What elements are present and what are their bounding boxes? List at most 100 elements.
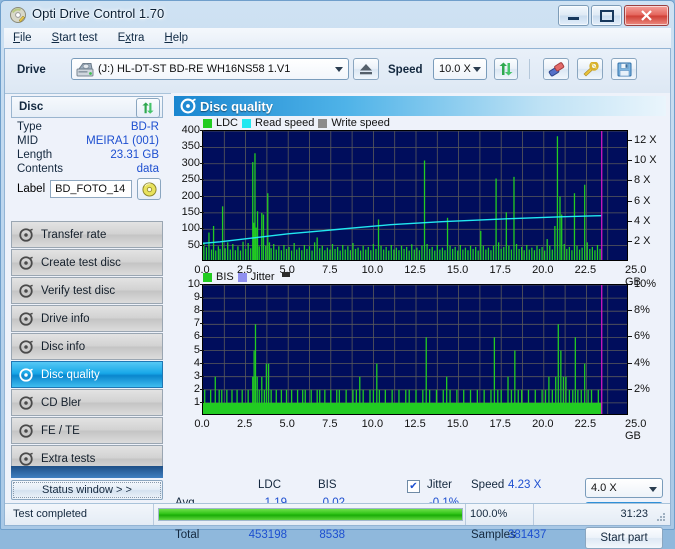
- menu-item-extra[interactable]: Extra: [118, 32, 145, 44]
- disc-icon: [19, 339, 33, 354]
- start-part-button[interactable]: Start part: [585, 527, 663, 549]
- disc-length-value: 23.31 GB: [110, 149, 159, 161]
- test-speed-value: 4.0 X: [591, 482, 617, 494]
- speed-value: 10.0 X: [439, 63, 471, 75]
- speed-select[interactable]: 10.0 X: [433, 58, 487, 80]
- sidebar-item-create-test-disc[interactable]: Create test disc: [11, 249, 163, 276]
- disc-quality-panel: Disc quality LDC Read speed Write speed …: [171, 93, 670, 503]
- chevron-down-icon: [473, 67, 481, 72]
- minimize-button[interactable]: [558, 5, 589, 26]
- y-tick: [200, 179, 204, 181]
- y-tick: [200, 211, 204, 213]
- x-tick-label: 15.0: [446, 418, 469, 430]
- legend-swatch-read-speed: [242, 118, 252, 128]
- sidebar-item-label: Drive info: [41, 312, 90, 325]
- menu-item-file[interactable]: File: [13, 32, 32, 44]
- menu-item-start-test[interactable]: Start test: [52, 32, 98, 44]
- disc-label-field[interactable]: BD_FOTO_14: [50, 180, 133, 198]
- progress-fill: [159, 509, 462, 520]
- erase-button[interactable]: [543, 58, 569, 80]
- eject-button[interactable]: [353, 58, 379, 80]
- y2-tick-label: 8%: [634, 304, 650, 317]
- sidebar-item-cd-bler[interactable]: CD Bler: [11, 389, 163, 416]
- status-window-button[interactable]: Status window > >: [11, 480, 163, 500]
- resize-grip[interactable]: [656, 512, 666, 522]
- sidebar-item-disc-quality[interactable]: Disc quality: [11, 361, 163, 388]
- y-tick-label: 5: [193, 343, 200, 356]
- sidebar-item-fe-te[interactable]: FE / TE: [11, 417, 163, 444]
- y-tick-label: 400: [181, 124, 200, 136]
- sidebar: Disc Type BD-R MID MEIRA1 (001) Length 2…: [5, 93, 171, 525]
- disc-icon: [19, 451, 33, 466]
- maximize-button[interactable]: [591, 5, 622, 26]
- disc-icon: [180, 98, 196, 117]
- y2-tick-label: 12 X: [634, 134, 657, 147]
- sidebar-item-label: Transfer rate: [41, 228, 107, 241]
- y-tick: [200, 388, 204, 390]
- sidebar-item-verify-test-disc[interactable]: Verify test disc: [11, 277, 163, 304]
- y2-tick-label: 10 X: [634, 154, 657, 167]
- disc-refresh-button[interactable]: [136, 98, 160, 118]
- y2-tick: [628, 180, 632, 182]
- close-button[interactable]: [624, 5, 669, 26]
- window-title: Opti Drive Control 1.70: [32, 6, 165, 21]
- x-tick-label: 7.5: [322, 418, 338, 430]
- toolbar-separator: [529, 59, 530, 79]
- disc-mid-value: MEIRA1 (001): [86, 135, 159, 147]
- y-tick: [200, 146, 204, 148]
- sidebar-item-disc-info[interactable]: Disc info: [11, 333, 163, 360]
- x-tick-label: 25.0 GB: [625, 418, 647, 442]
- y2-tick-label: 10%: [634, 278, 657, 290]
- chevron-down-icon: [335, 67, 343, 72]
- y2-tick: [628, 160, 632, 162]
- drive-select[interactable]: (J:) HL-DT-ST BD-RE WH16NS58 1.V1: [71, 58, 349, 80]
- legend-swatch-ldc: [203, 118, 212, 128]
- sidebar-item-transfer-rate[interactable]: Transfer rate: [11, 221, 163, 248]
- elapsed-time: 31:23: [620, 508, 648, 520]
- disc-info-row: Length 23.31 GB: [11, 148, 163, 162]
- sidebar-item-drive-info[interactable]: Drive info: [11, 305, 163, 332]
- x-tick-label: 17.5: [489, 418, 511, 430]
- disc-contents-value: data: [136, 163, 159, 175]
- jitter-checkbox[interactable]: ✔: [407, 480, 420, 493]
- y2-tick: [628, 388, 632, 390]
- progress-percent: 100.0%: [470, 508, 508, 520]
- menu-bar: File Start test Extra Help: [4, 28, 671, 49]
- x-tick-label: 2.5: [236, 418, 253, 430]
- tools-button[interactable]: [577, 58, 603, 80]
- disc-panel-title: Disc: [19, 101, 44, 113]
- x-tick-label: 20.0: [532, 264, 554, 276]
- refresh-button[interactable]: [494, 58, 518, 80]
- x-tick-label: 7.5: [322, 264, 338, 276]
- disc-info-row: MID MEIRA1 (001): [11, 134, 163, 148]
- y-tick: [200, 228, 204, 230]
- y-tick-label: 9: [193, 291, 200, 304]
- y2-tick: [628, 362, 632, 364]
- menu-item-help[interactable]: Help: [164, 32, 188, 44]
- y2-tick: [628, 284, 632, 285]
- y-tick-label: 2: [193, 382, 200, 395]
- sidebar-item-label: Create test disc: [41, 256, 121, 269]
- legend-swatch-bis: [203, 272, 212, 282]
- disc-label-icon-button[interactable]: [137, 178, 161, 200]
- y2-tick: [628, 336, 632, 338]
- panel-title: Disc quality: [200, 98, 273, 114]
- y2-tick-label: 2%: [634, 382, 650, 395]
- navigation-list: Transfer rate Create test disc Verify te…: [11, 221, 163, 473]
- title-bar: Opti Drive Control 1.70: [1, 1, 674, 28]
- drive-toolbar: Drive (J:) HL-DT-ST BD-RE WH16NS58 1.V1: [5, 49, 670, 94]
- x-tick-label: 12.5: [404, 264, 426, 276]
- y-tick-label: 1: [193, 395, 200, 408]
- y-tick-label: 300: [181, 156, 200, 169]
- jitter-label: Jitter: [427, 479, 452, 491]
- sidebar-item-label: Extra tests: [41, 452, 96, 465]
- disc-icon: [19, 395, 33, 410]
- save-button[interactable]: [611, 58, 637, 80]
- legend-swatch-write-speed: [318, 118, 328, 128]
- sidebar-item-label: FE / TE: [41, 424, 80, 437]
- disc-panel-header: Disc: [11, 96, 163, 118]
- y-tick-label: 50: [187, 238, 200, 251]
- y2-tick-label: 2 X: [634, 234, 651, 247]
- test-speed-select[interactable]: 4.0 X: [585, 478, 663, 498]
- x-tick-label: 20.0: [532, 418, 554, 430]
